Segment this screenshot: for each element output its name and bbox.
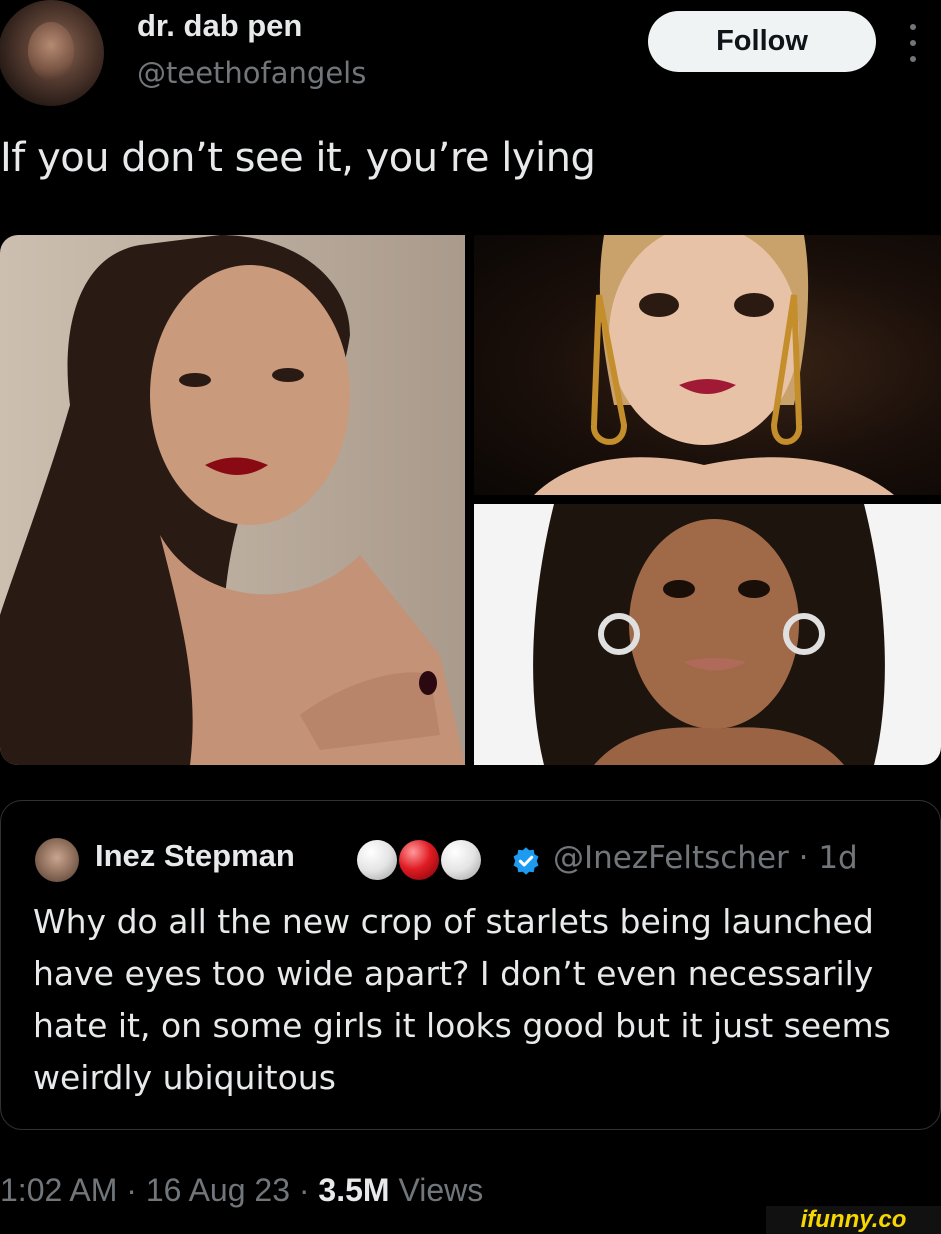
verified-badge-icon — [513, 847, 539, 875]
quoted-tweet-text: Why do all the new crop of starlets bein… — [33, 902, 891, 1097]
more-options-icon[interactable] — [909, 24, 917, 62]
media-photo-3[interactable] — [474, 504, 941, 765]
quoted-author-name[interactable]: Inez Stepman — [95, 838, 295, 874]
media-photo-2[interactable] — [474, 235, 941, 495]
author-avatar[interactable] — [0, 0, 104, 106]
views-count: 3.5M — [318, 1172, 390, 1208]
media-photo-1[interactable] — [0, 235, 465, 765]
quoted-author-handle-time[interactable]: @InezFeltscher · 1d — [553, 840, 858, 876]
author-handle[interactable]: @teethofangels — [137, 56, 366, 90]
quoted-author-avatar[interactable] — [35, 838, 79, 882]
tweet-meta: 1:02 AM · 16 Aug 23 · 3.5M Views — [0, 1172, 484, 1208]
views-label: Views — [398, 1172, 484, 1208]
tweet-date[interactable]: 16 Aug 23 — [146, 1172, 290, 1208]
follow-button[interactable]: Follow — [648, 11, 876, 72]
ifunny-watermark: ifunny.co — [766, 1206, 941, 1234]
tweet-time[interactable]: 1:02 AM — [0, 1172, 117, 1208]
tweet-text: If you don’t see it, you’re lying — [0, 135, 596, 181]
author-display-name[interactable]: dr. dab pen — [137, 8, 302, 44]
emoji-flag-icon — [357, 840, 481, 880]
